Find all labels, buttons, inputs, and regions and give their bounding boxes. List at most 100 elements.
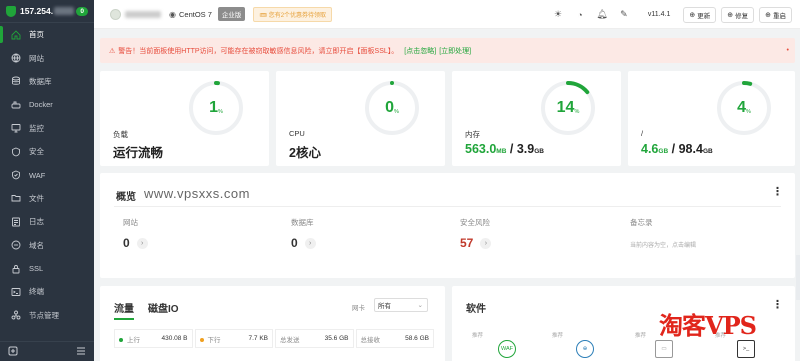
sidebar-item-5[interactable]: 安全	[0, 140, 94, 163]
database-icon	[10, 76, 21, 87]
palette-icon[interactable]: ◔	[574, 9, 586, 21]
theme-sun-icon[interactable]: ☀	[552, 9, 564, 21]
chevron-right-icon[interactable]: ›	[480, 237, 492, 249]
cpu-status-text: 2核心	[289, 146, 321, 160]
server-ip: 157.254.	[20, 6, 54, 16]
security-risk-label: 安全风险	[460, 218, 490, 227]
sidebar-item-9[interactable]: 域名	[0, 234, 94, 257]
restart-button[interactable]: ⊕ 重启	[759, 6, 792, 23]
memory-total: 3.9	[516, 142, 535, 156]
stat-upload: 上行 430.08 B	[114, 329, 193, 348]
overview-databases[interactable]: 数据库 0 ›	[291, 217, 316, 250]
sidebar-item-2[interactable]: 数据库	[0, 70, 94, 93]
edition-badge[interactable]: 企业版	[217, 7, 246, 21]
sidebar-item-0[interactable]: 首页	[0, 23, 94, 46]
os-name: CentOS 7	[178, 9, 212, 19]
coupon-text: 您有2个优惠券待领取	[268, 12, 327, 19]
load-value: 运行流畅	[113, 142, 163, 161]
memo-placeholder[interactable]: 当前内容为空，点击编辑	[630, 240, 696, 249]
memory-value: 563.0MB / 3.9GB	[465, 142, 544, 156]
software-more-icon[interactable]: ⋮	[772, 298, 783, 311]
nic-select[interactable]: 所有 ⌄	[374, 298, 428, 312]
note-icon[interactable]: ✎	[618, 9, 630, 21]
collapse-menu-icon[interactable]	[76, 346, 86, 358]
sidebar-item-1[interactable]: 网站	[0, 46, 94, 69]
coupon-notice[interactable]: 🎟 您有2个优惠券待领取	[253, 6, 333, 22]
side-scroll-tab[interactable]	[796, 255, 800, 300]
disk-total-unit: GB	[702, 148, 713, 155]
memory-card: 14% 内存 563.0MB / 3.9GB	[452, 71, 621, 166]
cpu-gauge[interactable]: 0%	[363, 79, 421, 139]
sites-count: 0	[123, 236, 130, 250]
terminal-app-icon[interactable]: >_	[737, 340, 755, 358]
ignore-link[interactable]: [点击忽略]	[404, 46, 436, 56]
chevron-right-icon[interactable]: ›	[136, 237, 148, 249]
sidebar-item-10[interactable]: SSL	[0, 257, 94, 280]
restart-label: 重启	[773, 12, 786, 20]
sidebar-item-label: 数据库	[29, 76, 52, 86]
cpu-percent-unit: %	[394, 109, 399, 115]
disk-gauge[interactable]: 4%	[715, 79, 773, 139]
total-sent-value: 35.6 GB	[324, 335, 349, 342]
repair-button[interactable]: ⊕ 修复	[721, 6, 755, 23]
overview-memo[interactable]: 备忘录 当前内容为空，点击编辑	[630, 217, 696, 249]
overview-sites[interactable]: 网站 0 ›	[123, 217, 148, 250]
sidebar-item-3[interactable]: Docker	[0, 93, 94, 116]
notification-badge[interactable]: 0	[76, 6, 88, 16]
sidebar-item-8[interactable]: 日志	[0, 210, 94, 233]
memory-used: 563.0	[465, 142, 497, 156]
databases-label: 数据库	[291, 218, 314, 227]
waf-app-icon[interactable]: WAF	[498, 340, 516, 358]
sidebar-item-label: Docker	[29, 100, 53, 110]
memory-gauge[interactable]: 14%	[539, 79, 597, 139]
bell-icon[interactable]: 🔔︎	[596, 9, 608, 21]
ssl-icon	[10, 263, 21, 274]
username-redacted	[125, 10, 161, 18]
sidebar-item-label: 安全	[29, 147, 44, 157]
restart-icon: ⊕	[765, 11, 771, 19]
sidebar-item-7[interactable]: 文件	[0, 187, 94, 210]
alert-close-dot[interactable]: •	[787, 47, 789, 54]
upload-label: 上行	[127, 336, 140, 344]
overview-security-risk[interactable]: 安全风险 57 ›	[460, 217, 492, 250]
overview-title: 概览	[116, 192, 136, 203]
software-title: 软件	[466, 304, 486, 315]
sidebar-item-label: 监控	[29, 123, 44, 133]
disk-card: 4%/4.6GB / 98.4GB	[628, 71, 795, 166]
handle-now-link[interactable]: [立即处理]	[439, 46, 471, 56]
memory-sep: /	[509, 142, 514, 156]
sidebar-item-label: SSL	[29, 264, 44, 274]
download-dot	[199, 337, 204, 342]
waf-icon	[10, 170, 21, 181]
sidebar-item-11[interactable]: 终端	[0, 280, 94, 303]
topbar-actions: ☀ ◔ 🔔︎ ✎ v11.4.1 ⊕ 更新 ⊕ 修复 ⊕ 重启	[542, 0, 792, 29]
log-icon	[10, 216, 21, 227]
cpu-percent: 0	[385, 99, 394, 116]
memory-percent-unit: %	[574, 109, 580, 115]
sidebar: 157.254. 0 首页 网站数据库 Docker 监控安全 WAF 文件 日志 域名 SSL…	[0, 0, 94, 361]
avatar[interactable]	[110, 8, 121, 20]
tab-disk-io[interactable]: 磁盘IO	[148, 300, 179, 320]
overview-more-icon[interactable]: ⋮	[772, 185, 783, 198]
sidebar-item-6[interactable]: WAF	[0, 163, 94, 186]
sidebar-item-12[interactable]: 节点管理	[0, 304, 94, 327]
memory-total-unit: GB	[534, 148, 544, 155]
docker-icon	[10, 99, 21, 110]
lock-app-icon[interactable]: ▭	[655, 340, 673, 358]
upload-dot	[119, 337, 123, 342]
update-button[interactable]: ⊕ 更新	[683, 6, 717, 23]
cpu-card: 0% CPU 2核心	[276, 71, 445, 166]
shield-logo-icon	[6, 5, 16, 17]
recommend-tag: 推荐	[552, 333, 564, 339]
sidebar-footer	[0, 341, 94, 361]
watermark-text: www.vpsxxs.com	[144, 186, 250, 201]
network-app-icon[interactable]: ⊕	[576, 340, 594, 358]
disk-used: 4.6	[641, 142, 659, 156]
memory-label: 内存	[465, 130, 480, 139]
sidebar-item-4[interactable]: 监控	[0, 117, 94, 140]
chevron-right-icon[interactable]: ›	[304, 237, 316, 249]
version-label[interactable]: v11.4.1	[648, 11, 670, 18]
tab-traffic[interactable]: 流量	[114, 300, 134, 320]
load-gauge[interactable]: 1%	[187, 79, 245, 139]
settings-icon[interactable]	[8, 346, 18, 358]
